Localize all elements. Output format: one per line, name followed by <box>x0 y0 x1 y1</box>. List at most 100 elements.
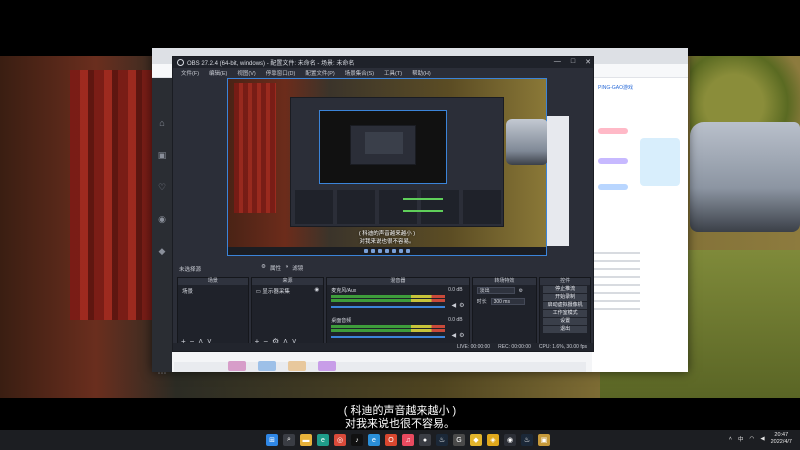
obs-studio-icon[interactable]: ◉ <box>504 434 516 446</box>
preview-taskbar-icon <box>399 249 403 253</box>
gear-icon[interactable]: ⚙ <box>519 288 523 294</box>
clock-time: 20:47 <box>774 432 789 438</box>
preview-caption-2: 对我来说也很不容易。 <box>359 239 415 245</box>
clock[interactable]: 20:47 2022/4/7 <box>771 432 792 446</box>
menu-file[interactable]: 文件(F) <box>181 69 199 77</box>
anime-thumbnail[interactable] <box>640 138 680 186</box>
speaker-icon[interactable]: ◀ <box>452 302 457 309</box>
obs-icon[interactable]: ● <box>419 434 431 446</box>
stop-streaming-button[interactable]: 停止推流 <box>543 286 587 293</box>
chrome-icon[interactable]: ◎ <box>334 434 346 446</box>
edge-icon[interactable]: e <box>317 434 329 446</box>
menu-help[interactable]: 帮助(H) <box>412 69 431 77</box>
preview-meter <box>403 210 443 212</box>
browser-right-header[interactable]: PING-GAO游戏 <box>598 84 633 91</box>
speaker-icon[interactable]: ◀ <box>452 332 457 339</box>
transition-select[interactable]: 淡出 <box>476 287 515 294</box>
menu-tools[interactable]: 工具(T) <box>384 69 402 77</box>
transitions-dock: 转场特效 淡出 ⚙ 时长 300 ms <box>471 277 538 349</box>
preview-taskbar-icon <box>371 249 375 253</box>
maximize-button[interactable]: □ <box>571 58 575 66</box>
gear-icon[interactable]: ⚙ <box>459 302 464 309</box>
live-icon[interactable]: ◉ <box>157 214 167 224</box>
windows-start-icon[interactable]: ⊞ <box>266 434 278 446</box>
cheese-icon[interactable]: ◆ <box>470 434 482 446</box>
menu-docks[interactable]: 停靠窗口(D) <box>266 69 296 77</box>
filter-icon[interactable]: ◑ <box>285 264 288 272</box>
volume-icon[interactable]: ◀ <box>760 436 764 442</box>
windows-taskbar: ⊞ ⌕ ▬ e ◎ ♪ e O ♫ ● ♨ G ◆ ◈ ◉ ♨ ▣ ˄ 中 ◠ … <box>0 430 800 450</box>
scene-item[interactable]: 场景 <box>178 285 248 297</box>
strip-thumbnail[interactable] <box>228 361 246 371</box>
obs-title-bar[interactable]: OBS 27.2.4 (64-bit, windows) - 配置文件: 未命名… <box>173 57 593 68</box>
search-icon[interactable]: ⌕ <box>283 434 295 446</box>
shield-icon[interactable]: ◈ <box>487 434 499 446</box>
controls-dock: 控件 停止推流 开始录制 启动虚拟摄像机 工作室模式 设置 退出 <box>539 277 591 349</box>
monitor-icon: ▭ <box>255 289 261 295</box>
gear-icon[interactable]: ⚙ <box>459 332 464 339</box>
video-icon[interactable]: ▣ <box>157 150 167 160</box>
preview-taskbar-icon <box>385 249 389 253</box>
wifi-icon[interactable]: ◠ <box>750 436 755 442</box>
tag-chip[interactable] <box>598 128 628 134</box>
office-icon[interactable]: O <box>385 434 397 446</box>
music-icon[interactable]: ♫ <box>402 434 414 446</box>
obs-status-bar: LIVE: 00:00:00 REC: 00:00:00 CPU: 1.6%, … <box>173 343 593 351</box>
steam-icon[interactable]: ♨ <box>436 434 448 446</box>
tag-chip[interactable] <box>598 184 628 190</box>
volume-slider[interactable] <box>331 336 445 338</box>
steam-2-icon[interactable]: ♨ <box>521 434 533 446</box>
volume-meter <box>331 325 445 328</box>
preview-nested-obs <box>290 97 569 246</box>
tiktok-icon[interactable]: ♪ <box>351 434 363 446</box>
settings-button[interactable]: 设置 <box>543 318 587 325</box>
source-item[interactable]: ▭ 显示器采集 ◉ <box>252 285 324 297</box>
browser-right-panel: PING-GAO游戏 <box>592 78 688 372</box>
duration-label: 时长 <box>476 299 487 305</box>
home-icon[interactable]: ⌂ <box>157 118 167 128</box>
strip-thumbnail[interactable] <box>318 361 336 371</box>
preview-curtain <box>234 83 276 213</box>
properties-button[interactable]: 属性 <box>270 264 281 272</box>
game-icon[interactable]: G <box>453 434 465 446</box>
chevron-up-icon[interactable]: ˄ <box>729 436 732 442</box>
start-recording-button[interactable]: 开始录制 <box>543 294 587 301</box>
mixer-channel-db: 0.0 dB <box>448 287 463 293</box>
menu-profile[interactable]: 配置文件(P) <box>305 69 334 77</box>
volume-meter <box>331 329 445 332</box>
duration-input[interactable]: 300 ms <box>490 298 525 305</box>
minimize-button[interactable]: — <box>554 58 561 66</box>
preview-nested-obs-2 <box>350 125 416 165</box>
source-toolbar: ⚙ 属性 ◑ 滤镜 <box>261 264 303 272</box>
strip-thumbnail[interactable] <box>258 361 276 371</box>
close-button[interactable]: ✕ <box>585 58 591 66</box>
obs-window[interactable]: OBS 27.2.4 (64-bit, windows) - 配置文件: 未命名… <box>172 56 594 352</box>
strip-thumbnail[interactable] <box>288 361 306 371</box>
preview-nested-preview-2 <box>365 132 403 154</box>
studio-mode-button[interactable]: 工作室模式 <box>543 310 587 317</box>
start-virtual-camera-button[interactable]: 启动虚拟摄像机 <box>543 302 587 309</box>
preview-taskbar-icon <box>406 249 410 253</box>
ime-icon[interactable]: 中 <box>738 435 744 443</box>
obs-preview[interactable]: ( 科迪的声音越来越小 ) 对我来说也很不容易。 <box>227 78 569 256</box>
bag-icon[interactable]: ▣ <box>538 434 550 446</box>
gear-icon[interactable]: ⚙ <box>261 264 266 272</box>
exit-button[interactable]: 退出 <box>543 326 587 333</box>
mixer-channel-name: 麦克风/Aux <box>331 288 357 294</box>
mixer-channel: 桌面音频 0.0 dB ◀ ⚙ <box>327 315 468 345</box>
more-icon[interactable]: ⋯ <box>157 368 167 378</box>
filters-button[interactable]: 滤镜 <box>292 264 303 272</box>
obs-docks: 场景 场景 + − ˄ ˅ 来源 ▭ 显示器采集 ◉ + − ⚙ ˄ ˅ 混音器… <box>177 277 591 349</box>
menu-scene-collection[interactable]: 场景集合(S) <box>345 69 374 77</box>
file-explorer-icon[interactable]: ▬ <box>300 434 312 446</box>
tag-chip[interactable] <box>598 158 628 164</box>
volume-slider[interactable] <box>331 306 445 308</box>
follow-icon[interactable]: ♡ <box>157 182 167 192</box>
mixer-dock-title: 混音器 <box>327 278 469 285</box>
menu-view[interactable]: 视图(V) <box>237 69 255 77</box>
game-icon[interactable]: ◆ <box>157 246 167 256</box>
eye-icon[interactable]: ◉ <box>314 287 319 293</box>
menu-edit[interactable]: 编辑(E) <box>209 69 227 77</box>
live-status: LIVE: 00:00:00 <box>457 344 491 350</box>
edge-dev-icon[interactable]: e <box>368 434 380 446</box>
